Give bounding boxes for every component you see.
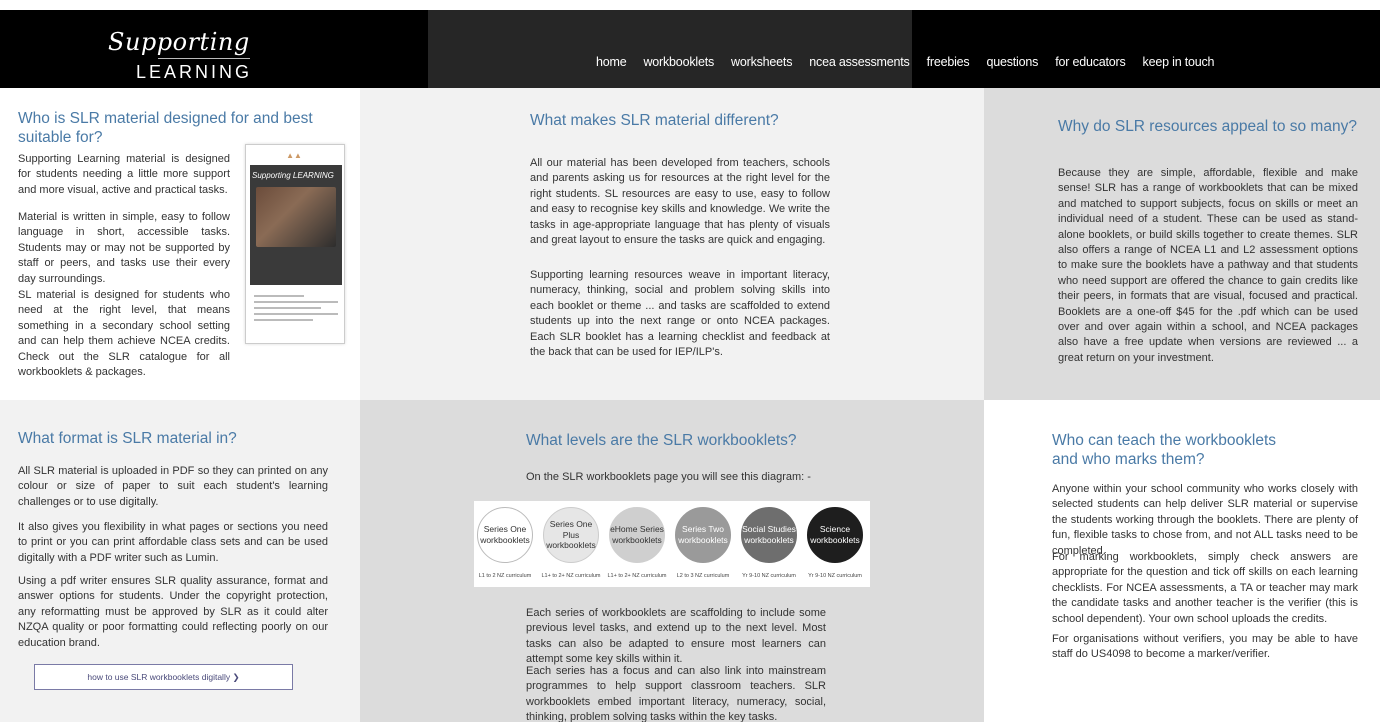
nav-keep-in-touch[interactable]: keep in touch xyxy=(1143,55,1215,69)
section-paragraph: Each series of workbooklets are scaffold… xyxy=(526,607,826,666)
catalogue-logo-icon: ▲▲ xyxy=(286,151,302,160)
series-label: Social Studies workbooklets xyxy=(742,524,796,545)
section-paragraph: Each series has a focus and can also lin… xyxy=(526,665,826,722)
logo-script-text: Supporting xyxy=(108,28,250,56)
section-title: Who is SLR material designed for and bes… xyxy=(18,110,313,146)
series-one-circle[interactable]: Series One workbooklets xyxy=(477,507,533,563)
section-title: Why do SLR resources appeal to so many? xyxy=(1058,118,1357,135)
section-format: What format is SLR material in? All SLR … xyxy=(0,400,360,722)
section-paragraph: For organisations without verifiers, you… xyxy=(1052,633,1358,661)
nav-workbooklets[interactable]: workbooklets xyxy=(643,55,714,69)
nav-ncea-assessments[interactable]: ncea assessments xyxy=(809,55,910,69)
series-one-plus-circle[interactable]: Series One Plus workbooklets xyxy=(543,507,599,563)
section-paragraph: Supporting Learning material is designed… xyxy=(18,153,230,196)
catalogue-thumbnail[interactable]: ▲▲ Supporting LEARNING xyxy=(245,144,345,344)
nav-home[interactable]: home xyxy=(596,55,627,69)
ehome-series-circle[interactable]: eHome Series workbooklets xyxy=(609,507,665,563)
section-different: What makes SLR material different? All o… xyxy=(360,88,984,400)
nav-worksheets[interactable]: worksheets xyxy=(731,55,792,69)
section-paragraph: Material is written in simple, easy to f… xyxy=(18,211,230,285)
section-levels: What levels are the SLR workbooklets? On… xyxy=(360,400,984,722)
logo-divider xyxy=(158,58,250,59)
catalogue-title: Supporting LEARNING xyxy=(252,171,334,180)
section-paragraph: Supporting learning resources weave in i… xyxy=(530,269,830,358)
series-caption: Yr 9-10 NZ curriculum xyxy=(742,573,796,579)
site-header: Supporting LEARNING home workbooklets wo… xyxy=(0,10,1380,88)
main-nav: home workbooklets worksheets ncea assess… xyxy=(596,55,1231,69)
section-title: What format is SLR material in? xyxy=(18,430,237,447)
series-caption: L1 to 2 NZ curriculum xyxy=(478,573,532,579)
section-paragraph: It also gives you flexibility in what pa… xyxy=(18,521,328,564)
logo-block-text: LEARNING xyxy=(136,62,253,82)
series-caption: L2 to 3 NZ curriculum xyxy=(676,573,730,579)
series-label: Series One Plus workbooklets xyxy=(546,519,596,551)
series-two-circle[interactable]: Series Two workbooklets xyxy=(675,507,731,563)
section-paragraph: Using a pdf writer ensures SLR quality a… xyxy=(18,575,328,649)
series-label: Series Two workbooklets xyxy=(678,524,728,545)
section-who: Who is SLR material designed for and bes… xyxy=(0,88,360,400)
social-studies-circle[interactable]: Social Studies workbooklets xyxy=(741,507,797,563)
section-title: What makes SLR material different? xyxy=(530,112,779,129)
catalogue-text-lines xyxy=(254,295,338,325)
section-paragraph: Because they are simple, affordable, fle… xyxy=(1058,167,1358,364)
section-title: What levels are the SLR workbooklets? xyxy=(526,432,797,449)
workbooklet-levels-diagram: Series One workbooklets L1 to 2 NZ curri… xyxy=(474,501,870,587)
nav-for-educators[interactable]: for educators xyxy=(1055,55,1126,69)
science-circle[interactable]: Science workbooklets xyxy=(807,507,863,563)
series-caption: L1+ to 2+ NZ curriculum xyxy=(541,573,601,579)
section-paragraph: All SLR material is uploaded in PDF so t… xyxy=(18,465,328,508)
series-caption: L1+ to 2+ NZ curriculum xyxy=(607,573,667,579)
section-paragraph: On the SLR workbooklets page you will se… xyxy=(526,471,811,483)
series-label: Science workbooklets xyxy=(810,524,860,545)
nav-questions[interactable]: questions xyxy=(986,55,1038,69)
how-to-use-digitally-button[interactable]: how to use SLR workbooklets digitally ❯ xyxy=(34,664,293,690)
header-mid-panel xyxy=(428,10,912,88)
section-teach: Who can teach the workbooklets and who m… xyxy=(984,400,1380,722)
site-logo[interactable]: Supporting LEARNING xyxy=(108,28,258,83)
catalogue-photo xyxy=(256,187,336,247)
nav-freebies[interactable]: freebies xyxy=(927,55,970,69)
section-paragraph: For marking workbooklets, simply check a… xyxy=(1052,551,1358,625)
section-title: Who can teach the workbooklets and who m… xyxy=(1052,432,1277,468)
section-paragraph: All our material has been developed from… xyxy=(530,157,830,246)
section-appeal: Why do SLR resources appeal to so many? … xyxy=(984,88,1380,400)
section-paragraph: Anyone within your school community who … xyxy=(1052,483,1358,557)
series-caption: Yr 9-10 NZ curriculum xyxy=(808,573,862,579)
series-label: eHome Series workbooklets xyxy=(610,524,664,545)
series-label: Series One workbooklets xyxy=(480,524,530,545)
section-paragraph: SL material is designed for students who… xyxy=(18,289,230,378)
